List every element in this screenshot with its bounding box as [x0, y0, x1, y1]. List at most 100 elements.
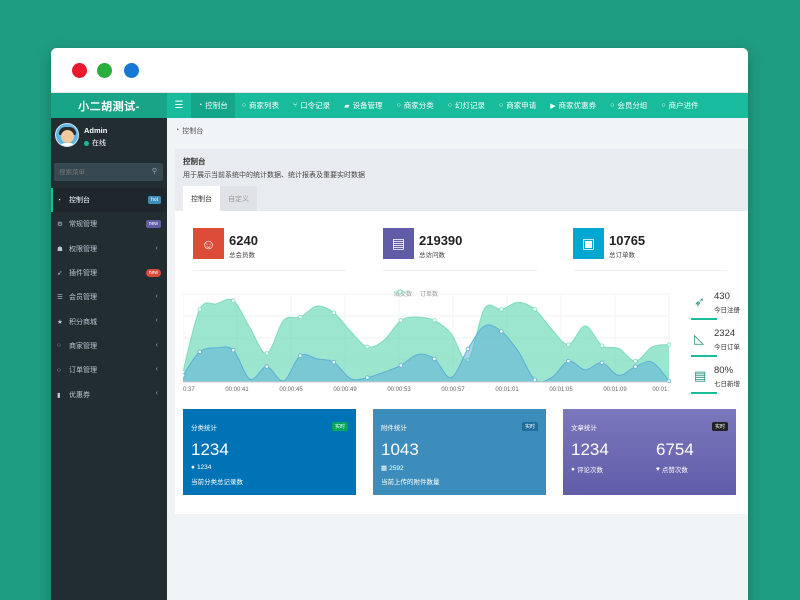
chart-legend: 成交数 订单数 [394, 289, 438, 298]
chevron-left-icon: ‹ [155, 390, 158, 398]
sidebar-item-label: 会员管理 [69, 294, 97, 302]
legend-item[interactable]: 订单数 [394, 289, 438, 298]
tab-dashboard[interactable]: ◔ 控制台 [191, 93, 235, 118]
cogs-icon: ⚙ [57, 221, 63, 229]
panel-tabs: 控制台 自定义 [183, 186, 257, 211]
sidebar-item-label: 优惠券 [69, 391, 90, 399]
comment-icon: ● [571, 465, 575, 473]
tab-label: 商家申请 [506, 101, 537, 110]
tab-merchant-list[interactable]: ○ 商家列表 [235, 93, 286, 118]
data-point [532, 377, 538, 382]
data-point [298, 353, 303, 358]
data-point [298, 314, 303, 320]
x-tick-label: 00:00:57 [441, 387, 465, 393]
side-stat-today-orders: ◺ 2324 今日订单 [689, 323, 748, 359]
side-stat-today-registrations: ➶ 430 今日注册 [689, 286, 748, 322]
sidebar-item-dashboard[interactable]: ◔ 控制台 hot [51, 188, 167, 213]
tab-custom-view[interactable]: 自定义 [220, 186, 257, 211]
breadcrumb: ◔ 控制台 [167, 118, 748, 143]
card-sub: ▦ 2592 [381, 464, 404, 473]
data-point [398, 318, 404, 323]
online-dot-icon [84, 140, 89, 146]
brand-logo[interactable]: 小二胡测试- [51, 93, 167, 118]
tab-merchant-coupons[interactable]: ▶ 商家优惠券 [543, 93, 603, 118]
data-point [633, 358, 638, 364]
x-tick-label: 0:37 [183, 387, 195, 393]
data-point [331, 359, 337, 365]
data-point [331, 310, 337, 315]
dashboard-panel: 控制台 用于展示当前系统中的统计数据、统计报表及重要实时数据 控制台 自定义 ☺… [175, 149, 748, 514]
sidebar-item-coupons[interactable]: ▮ 优惠券 ‹ [51, 382, 167, 406]
bookmark-icon: ▮ [57, 391, 61, 399]
data-point [465, 346, 471, 352]
sidebar-item-merchants[interactable]: ○ 商家管理 ‹ [51, 334, 167, 358]
stat-value: 219390 [419, 233, 463, 248]
dashboard-icon: ◔ [175, 127, 180, 134]
data-point [197, 349, 202, 354]
data-point [633, 364, 638, 369]
card-sub-label: 点赞次数 [661, 467, 688, 474]
realtime-badge: 实时 [711, 422, 728, 431]
card-title: 文章统计 [571, 425, 597, 432]
side-stat-value: 2324 [714, 328, 736, 339]
tab-device-management[interactable]: ▰ 设备管理 [337, 93, 389, 118]
data-point [532, 307, 538, 312]
tab-label: 设备管理 [352, 101, 383, 110]
top-navbar: 小二胡测试- ☰ ◔ 控制台 ○ 商家列表 ⑂ 口令记录 ▰ 设备管理 ○ 商家分类 ○ 幻… [51, 93, 748, 118]
play-icon: ▶ [550, 102, 556, 110]
tab-label: 商家分类 [403, 101, 434, 110]
data-point [365, 375, 370, 380]
close-window-button[interactable] [72, 63, 87, 78]
tab-password-records[interactable]: ⑂ 口令记录 [286, 93, 337, 118]
sidebar-item-orders[interactable]: ○ 订单管理 ‹ [51, 358, 167, 382]
tab-dashboard-view[interactable]: 控制台 [183, 186, 220, 211]
sidebar-item-plugins[interactable]: ➶ 插件管理 new [51, 261, 167, 285]
circle-icon: ○ [57, 366, 61, 374]
sidebar: Admin 在线 ⚲ ◔ 控制台 hot ⚙ 常规管理 new ☗ 权限管理 ‹ ➶ 插件管理… [51, 118, 167, 600]
card-article-stats: 文章统计 实时 1234 6754 ● 评论次数 ♥ 点赞次数 [563, 409, 736, 495]
breadcrumb-label[interactable]: 控制台 [182, 126, 203, 136]
tab-member-groups[interactable]: ○ 会员分组 [603, 93, 654, 118]
user-status: 在线 [84, 138, 106, 148]
tab-label: 控制台 [205, 101, 228, 110]
stat-total-orders: ▣ 10765 总订单数 [563, 228, 743, 276]
sidebar-item-general[interactable]: ⚙ 常规管理 new [51, 212, 167, 236]
search-icon[interactable]: ⚲ [152, 167, 157, 175]
card-value: 1043 [381, 440, 419, 459]
avatar[interactable] [55, 123, 79, 147]
user-panel: Admin 在线 [51, 118, 167, 158]
sidebar-item-members[interactable]: ☰ 会员管理 ‹ [51, 285, 167, 309]
fork-icon: ⑂ [292, 102, 298, 109]
sidebar-item-label: 控制台 [69, 197, 90, 205]
calendar-icon: ▦ [381, 465, 388, 472]
maximize-window-button[interactable] [97, 63, 112, 78]
minimize-window-button[interactable] [124, 63, 139, 78]
sidebar-item-permissions[interactable]: ☗ 权限管理 ‹ [51, 237, 167, 261]
tab-merchant-application[interactable]: ○ 商家申请 [492, 93, 543, 118]
data-point [197, 307, 202, 312]
stat-total-members: ☺ 6240 总会员数 [183, 228, 363, 276]
chevron-left-icon: ‹ [155, 366, 158, 374]
side-stat-value: 430 [714, 291, 730, 302]
tab-slideshow-records[interactable]: ○ 幻灯记录 [441, 93, 492, 118]
stat-label: 总订单数 [609, 252, 635, 259]
list-alt-icon: ▤ [694, 368, 707, 383]
new-badge: new [145, 220, 161, 229]
tab-merchant-onboarding[interactable]: ○ 商户进件 [654, 93, 705, 118]
sidebar-item-points-mall[interactable]: ★ 积分商城 ‹ [51, 309, 167, 333]
panel-header: 控制台 用于展示当前系统中的统计数据、统计报表及重要实时数据 [175, 149, 748, 211]
x-tick-label: 00:00:41 [225, 387, 249, 393]
menu-icon[interactable]: ☰ [167, 93, 191, 118]
data-point [264, 364, 269, 369]
realtime-badge: 实时 [331, 422, 348, 431]
comment-icon: ● [191, 464, 195, 471]
tab-merchant-category[interactable]: ○ 商家分类 [390, 93, 441, 118]
users-icon: ☺ [193, 228, 224, 259]
card-description: 当前分类总记录数 [191, 479, 243, 486]
chevron-left-icon: ‹ [155, 293, 158, 301]
search-input[interactable] [59, 168, 139, 176]
window-titlebar [51, 48, 748, 93]
card-sub: ● 1234 [191, 464, 211, 471]
user-name: Admin [84, 126, 108, 135]
tab-label: 幻灯记录 [455, 101, 486, 110]
